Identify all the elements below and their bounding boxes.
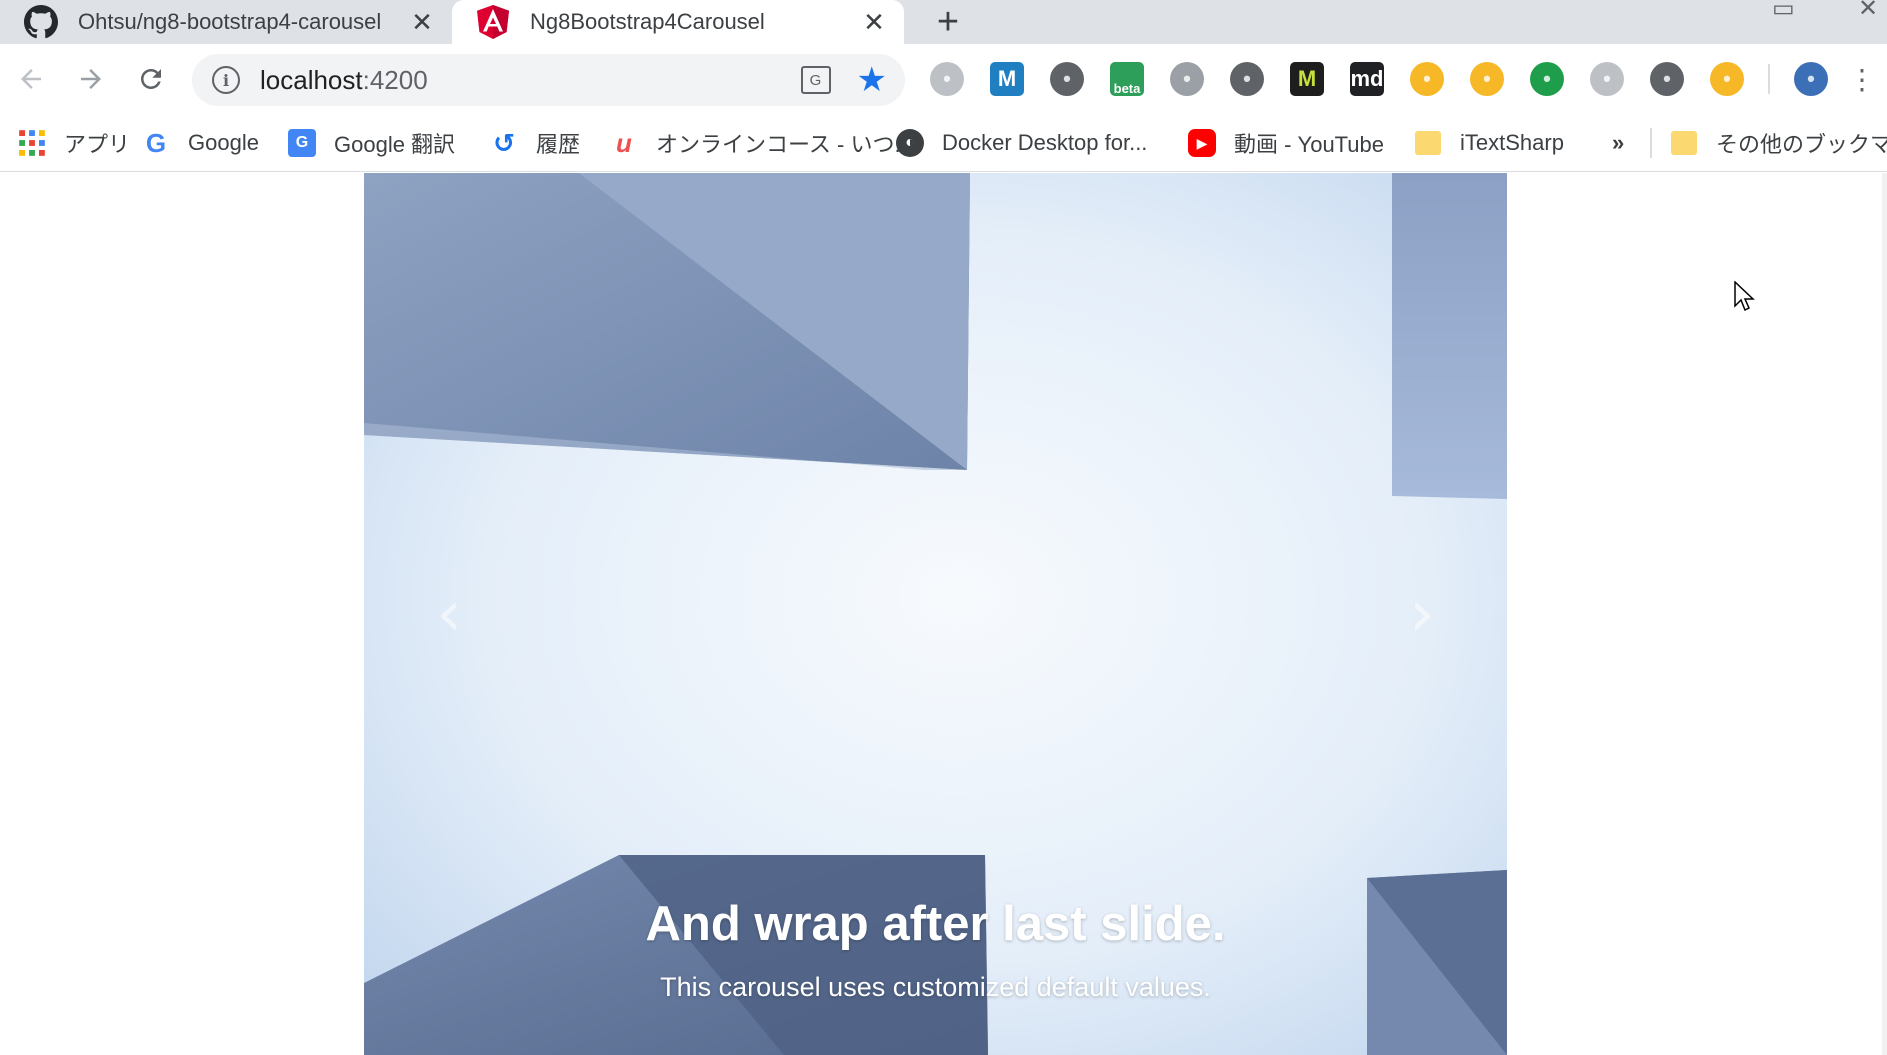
- close-tab-icon[interactable]: ✕: [404, 4, 440, 40]
- tab-title: Ng8Bootstrap4Carousel: [530, 9, 765, 34]
- circle-extension-icon[interactable]: •: [1590, 62, 1624, 96]
- chevron-left-icon: ‹: [436, 577, 462, 651]
- back-arrow-icon: [21, 69, 41, 89]
- bookmarks-bar: アプリ G Google G Google 翻訳 ↺ 履歴 u オンラインコース…: [0, 114, 1887, 172]
- forward-button[interactable]: [68, 56, 114, 102]
- browser-toolbar: i localhost:4200 G ★ • M • beta • • Mmd • • • • • • •…: [0, 44, 1887, 114]
- bookmark-history[interactable]: ↺ 履歴: [490, 126, 580, 160]
- tab-ng8bootstrap4carousel[interactable]: Ng8Bootstrap4Carousel ✕: [452, 0, 904, 44]
- close-tab-icon[interactable]: ✕: [856, 4, 892, 40]
- carousel-caption-heading: And wrap after last slide.: [645, 897, 1226, 951]
- bookmark-apps[interactable]: アプリ: [18, 126, 130, 160]
- chart-extension-icon[interactable]: •: [1170, 62, 1204, 96]
- bookmarks-divider: [1650, 128, 1652, 158]
- translate-icon[interactable]: G: [800, 66, 831, 94]
- carousel-caption: And wrap after last slide. This carousel…: [535, 896, 1336, 1003]
- site-info-icon[interactable]: i: [212, 66, 240, 94]
- bookmark-google-translate[interactable]: G Google 翻訳: [288, 126, 455, 160]
- history-icon: ↺: [493, 127, 515, 158]
- magnifier-extension-icon[interactable]: •: [1230, 62, 1264, 96]
- bookmark-label: Google 翻訳: [334, 132, 456, 157]
- address-bar[interactable]: i localhost:4200 G ★: [192, 54, 905, 106]
- reload-button[interactable]: [128, 56, 174, 102]
- toolbar-divider: [1768, 64, 1770, 94]
- browser-menu-icon[interactable]: ⋮: [1847, 56, 1877, 102]
- tab-strip: Ohtsu/ng8-bootstrap4-carousel ✕ Ng8Boots…: [0, 0, 1887, 44]
- youtube-icon: ▶: [1188, 129, 1216, 157]
- google-icon: G: [145, 127, 167, 158]
- forward-arrow-icon: [81, 69, 101, 89]
- bookmark-label: 履歴: [536, 132, 581, 157]
- page-content: ‹ › And wrap after last slide. This caro…: [0, 173, 1887, 1055]
- url-host: localhost: [260, 64, 363, 95]
- udemy-icon: u: [616, 127, 632, 158]
- url-text[interactable]: localhost:4200: [260, 65, 801, 96]
- reload-icon: [141, 69, 161, 89]
- bookmark-label: Google: [188, 130, 259, 155]
- beta-extension-icon[interactable]: beta: [1110, 62, 1144, 96]
- maximize-icon[interactable]: ▭: [1772, 0, 1795, 23]
- bookmark-other[interactable]: その他のブックマーク: [1670, 126, 1887, 160]
- bookmark-label: iTextSharp: [1460, 130, 1564, 155]
- angular-icon: [477, 5, 509, 39]
- bookmark-label: アプリ: [64, 132, 131, 157]
- bookmark-label: オンラインコース - いつ...: [656, 132, 913, 157]
- carousel-next-control[interactable]: ›: [1337, 173, 1507, 1055]
- window-close-icon[interactable]: ✕: [1858, 0, 1878, 23]
- tab-title: Ohtsu/ng8-bootstrap4-carousel: [78, 9, 382, 34]
- back-button[interactable]: [8, 56, 54, 102]
- url-port: :4200: [362, 64, 428, 95]
- bookmark-label: 動画 - YouTube: [1234, 132, 1385, 157]
- carousel[interactable]: ‹ › And wrap after last slide. This caro…: [364, 173, 1507, 1055]
- bookmarks-overflow-button[interactable]: »: [1612, 126, 1624, 160]
- docker-icon: ◐: [896, 129, 924, 157]
- carousel-prev-control[interactable]: ‹: [364, 173, 534, 1055]
- bookmark-youtube[interactable]: ▶ 動画 - YouTube: [1188, 126, 1384, 160]
- profile-extension-icon[interactable]: •: [1794, 62, 1828, 96]
- folder-icon: [1414, 129, 1442, 157]
- bookmark-itextsharp[interactable]: iTextSharp: [1414, 126, 1564, 160]
- checkmark-extension-icon[interactable]: •: [1530, 62, 1564, 96]
- mouse-cursor-icon: [1734, 281, 1755, 312]
- bookmark-star-icon[interactable]: ★: [857, 60, 887, 100]
- film-reel-extension-icon[interactable]: •: [1050, 62, 1084, 96]
- m-blue-extension-icon[interactable]: M: [990, 62, 1024, 96]
- chevron-right-icon: ›: [1409, 577, 1435, 651]
- moon-extension-icon[interactable]: •: [1710, 62, 1744, 96]
- md-extension-icon[interactable]: md: [1350, 62, 1384, 96]
- tab-github[interactable]: Ohtsu/ng8-bootstrap4-carousel ✕: [0, 0, 452, 44]
- home-extension-icon[interactable]: •: [1470, 62, 1504, 96]
- shield-extension-icon[interactable]: •: [930, 62, 964, 96]
- bookmark-label: その他のブックマーク: [1716, 132, 1887, 157]
- zoom-extension-icon[interactable]: •: [1650, 62, 1684, 96]
- bookmark-docker[interactable]: ◐ Docker Desktop for...: [896, 126, 1147, 160]
- new-tab-button[interactable]: +: [926, 0, 970, 44]
- carousel-caption-text: This carousel uses customized default va…: [660, 972, 1211, 1002]
- m-yellow-extension-icon[interactable]: M: [1290, 62, 1324, 96]
- google-translate-icon: G: [288, 129, 316, 157]
- page-scrollbar[interactable]: [1882, 173, 1887, 1055]
- bookmark-google[interactable]: G Google: [142, 126, 259, 160]
- apps-grid-icon: [19, 130, 45, 156]
- bookmark-label: Docker Desktop for...: [942, 130, 1148, 155]
- github-icon: [24, 5, 58, 39]
- search-orange-extension-icon[interactable]: •: [1410, 62, 1444, 96]
- bookmark-udemy[interactable]: u オンラインコース - いつ...: [610, 126, 913, 160]
- folder-icon: [1670, 129, 1698, 157]
